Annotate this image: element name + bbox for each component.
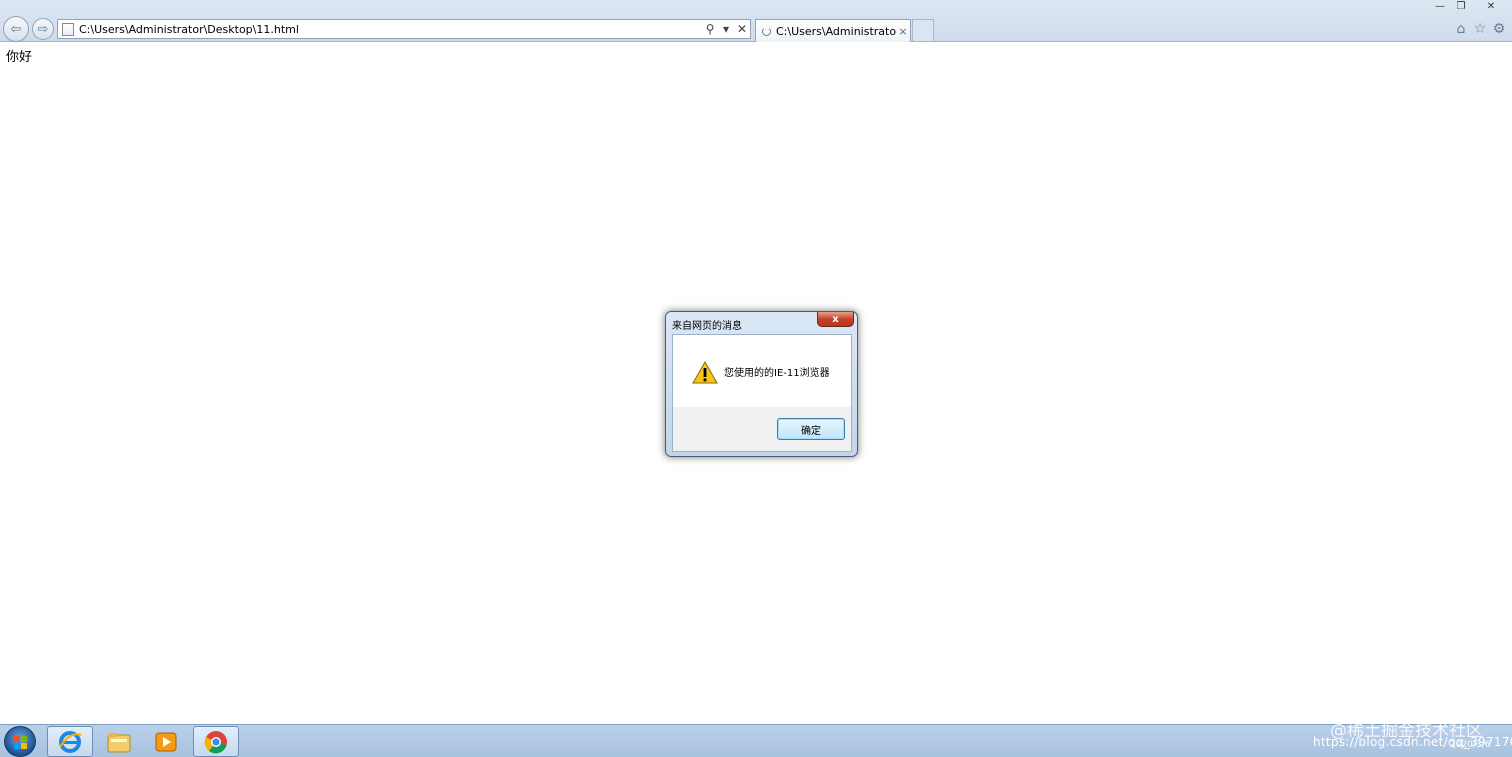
loading-icon [762, 26, 771, 36]
media-player-icon [155, 732, 177, 751]
restore-button[interactable]: ❐ [1451, 0, 1471, 12]
start-button[interactable] [4, 726, 36, 757]
internet-explorer-icon [59, 730, 82, 753]
dialog-message: 您使用的的IE-11浏览器 [724, 368, 830, 379]
dialog-body: 您使用的的IE-11浏览器 确定 [672, 334, 852, 452]
browser-tab[interactable]: C:\Users\Administrator\... × [755, 19, 911, 42]
back-button[interactable]: ⇦ [3, 16, 29, 42]
ok-button[interactable]: 确定 [777, 418, 845, 440]
new-tab-button[interactable] [912, 19, 934, 41]
gear-icon[interactable]: ⚙ [1491, 21, 1507, 37]
address-url[interactable]: C:\Users\Administrator\Desktop\11.html [79, 23, 702, 36]
back-arrow-icon: ⇦ [10, 21, 22, 37]
chrome-icon [204, 730, 227, 753]
system-tray: @稀土掘金技术社区 https://blog.csdn.net/qq_39717… [1310, 721, 1512, 757]
dialog-close-button[interactable]: x [817, 312, 854, 327]
taskbar-ie[interactable] [47, 726, 93, 757]
dialog-footer: 确定 [673, 407, 851, 451]
taskbar: @稀土掘金技术社区 https://blog.csdn.net/qq_39717… [0, 721, 1512, 757]
taskbar-media-player[interactable] [143, 726, 189, 757]
window-close-button[interactable]: ✕ [1474, 0, 1508, 12]
chevron-down-icon[interactable]: ▾ [718, 22, 734, 36]
taskbar-chrome[interactable] [193, 726, 239, 757]
minimize-button[interactable]: — [1430, 0, 1450, 12]
tab-close-icon[interactable]: × [896, 25, 910, 38]
star-icon[interactable]: ☆ [1472, 21, 1488, 37]
dialog-title: 来自网页的消息 [672, 321, 742, 332]
search-icon[interactable]: ⚲ [702, 22, 718, 36]
tab-title: C:\Users\Administrator\... [776, 24, 896, 38]
forward-arrow-icon: ⇨ [37, 21, 49, 37]
page-icon [62, 22, 74, 36]
folder-icon [107, 732, 131, 752]
home-icon[interactable]: ⌂ [1453, 21, 1469, 37]
alert-dialog: 来自网页的消息 x 您使用的的IE-11浏览器 确定 [665, 311, 858, 457]
forward-button[interactable]: ⇨ [32, 18, 54, 40]
warning-icon [692, 361, 718, 384]
windows-logo-icon [14, 736, 27, 749]
taskbar-explorer[interactable] [96, 726, 142, 757]
address-bar[interactable]: C:\Users\Administrator\Desktop\11.html ⚲… [57, 19, 751, 39]
page-body-text: 你好 [6, 50, 33, 65]
clock-date[interactable]: 2020/3/6 [1450, 740, 1490, 750]
stop-icon[interactable]: ✕ [734, 22, 750, 36]
browser-toolbar: ⇦ ⇨ C:\Users\Administrator\Desktop\11.ht… [0, 0, 1512, 42]
